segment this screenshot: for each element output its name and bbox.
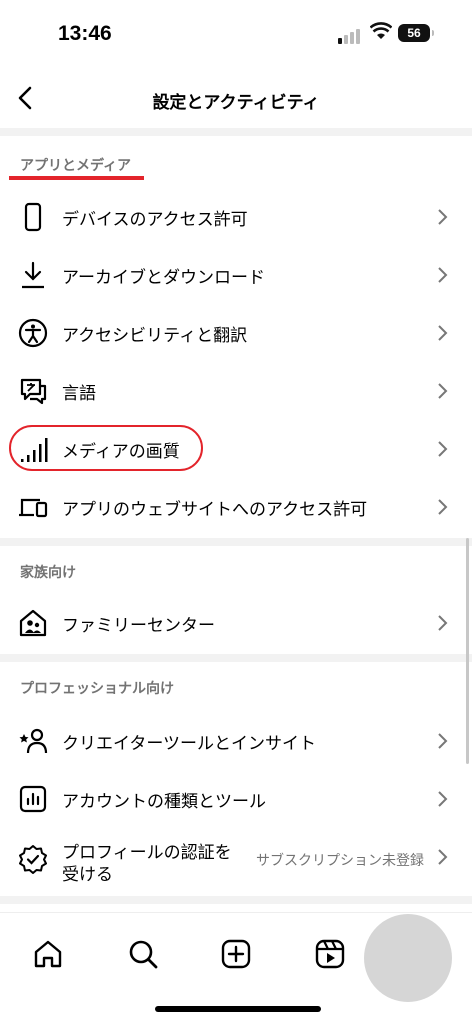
red-circle-annotation — [9, 425, 203, 471]
page-title: 設定とアクティビティ — [152, 93, 320, 113]
profile-avatar[interactable] — [364, 914, 452, 1002]
chevron-right-icon — [438, 791, 448, 807]
row-label: アプリのウェブサイトへのアクセス許可 — [62, 500, 368, 520]
home-indicator — [155, 1006, 321, 1012]
section-divider — [0, 128, 472, 136]
archive-download-row[interactable]: アーカイブとダウンロード — [0, 246, 472, 304]
website-permissions-row[interactable]: アプリのウェブサイトへのアクセス許可 — [0, 478, 472, 536]
row-label: デバイスのアクセス許可 — [62, 210, 248, 230]
creator-tools-row[interactable]: クリエイターツールとインサイト — [0, 712, 472, 770]
status-bar: 13:46 56 — [0, 0, 472, 70]
battery-icon: 56 — [398, 24, 434, 42]
chevron-right-icon — [438, 209, 448, 225]
verified-badge-icon — [19, 845, 47, 874]
verification-row[interactable]: プロフィールの認証を 受ける サブスクリプション未登録 — [0, 832, 472, 892]
section-divider — [0, 654, 472, 662]
chevron-right-icon — [438, 849, 448, 865]
chevron-right-icon — [438, 499, 448, 515]
laptop-phone-icon — [19, 498, 48, 518]
section-divider — [0, 538, 472, 546]
row-label: プロフィールの認証を 受ける — [62, 842, 232, 886]
phone-icon — [24, 202, 42, 232]
language-icon — [20, 378, 47, 405]
search-icon[interactable] — [126, 937, 160, 971]
family-home-icon — [19, 609, 47, 637]
reels-icon[interactable] — [313, 937, 347, 971]
row-label: クリエイターツールとインサイト — [62, 734, 316, 754]
row-label: 言語 — [62, 384, 96, 404]
chevron-right-icon — [438, 383, 448, 399]
family-center-row[interactable]: ファミリーセンター — [0, 594, 472, 652]
chevron-right-icon — [438, 441, 448, 457]
row-label: アーカイブとダウンロード — [62, 268, 265, 288]
home-icon[interactable] — [31, 937, 65, 971]
section-divider — [0, 896, 472, 904]
create-icon[interactable] — [219, 937, 253, 971]
language-row[interactable]: 言語 — [0, 362, 472, 420]
row-label-line2: 受ける — [62, 865, 113, 885]
scrollbar[interactable] — [466, 538, 469, 764]
account-type-row[interactable]: アカウントの種類とツール — [0, 770, 472, 828]
row-label: ファミリーセンター — [62, 616, 215, 636]
chevron-right-icon — [438, 325, 448, 341]
section-title-pro: プロフェッショナル向け — [20, 681, 174, 697]
subscription-status: サブスクリプション未登録 — [256, 853, 424, 869]
chevron-right-icon — [438, 267, 448, 283]
status-time: 13:46 — [58, 22, 112, 45]
row-label: アカウントの種類とツール — [62, 792, 266, 812]
device-permissions-row[interactable]: デバイスのアクセス許可 — [0, 188, 472, 246]
top-bar: 設定とアクティビティ — [0, 70, 472, 128]
row-label-line1: プロフィールの認証を — [62, 843, 232, 863]
row-label: アクセシビリティと翻訳 — [62, 326, 248, 346]
creator-star-icon — [19, 728, 48, 754]
cellular-signal-icon — [338, 26, 364, 44]
section-title-family: 家族向け — [20, 565, 76, 581]
download-icon — [22, 261, 44, 289]
chart-icon — [19, 785, 47, 813]
section-title-apps: アプリとメディア — [20, 158, 132, 174]
red-underline-annotation — [9, 176, 144, 180]
wifi-icon — [370, 22, 392, 39]
accessibility-row[interactable]: アクセシビリティと翻訳 — [0, 304, 472, 362]
chevron-right-icon — [438, 615, 448, 631]
chevron-right-icon — [438, 733, 448, 749]
accessibility-icon — [18, 318, 48, 348]
